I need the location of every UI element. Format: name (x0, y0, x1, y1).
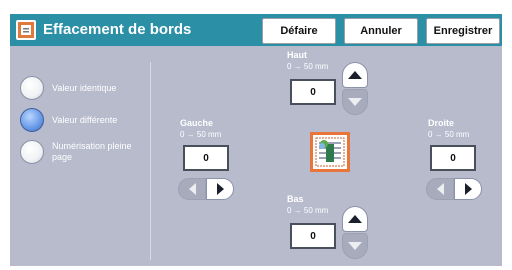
arrow-right-icon (216, 183, 224, 195)
header-bar: Effacement de bords Défaire Annuler Enre… (10, 14, 502, 46)
option-same-value[interactable]: Valeur identique (20, 76, 116, 100)
radio-button-selected[interactable] (20, 108, 44, 132)
option-label: Numérisation pleine page (52, 141, 132, 162)
right-label: Droite (428, 118, 455, 128)
right-stepper[interactable] (426, 178, 482, 200)
bottom-decrease-button[interactable] (342, 233, 368, 259)
arrow-left-icon (436, 183, 444, 195)
left-range: 0 → 50 mm (180, 130, 222, 139)
right-value-field[interactable]: 0 (430, 145, 476, 171)
left-increase-button[interactable] (206, 178, 234, 200)
right-range: 0 → 50 mm (428, 130, 470, 139)
arrow-up-icon (348, 71, 362, 79)
left-decrease-button[interactable] (178, 178, 206, 200)
top-decrease-button[interactable] (342, 89, 368, 115)
arrow-left-icon (188, 183, 196, 195)
page-title: Effacement de bords (43, 21, 192, 38)
option-label: Valeur différente (52, 114, 118, 125)
bottom-increase-button[interactable] (342, 206, 368, 232)
arrow-right-icon (464, 183, 472, 195)
settings-panel: Valeur identique Valeur différente Numér… (10, 46, 502, 266)
left-label: Gauche (180, 118, 214, 128)
top-value-field[interactable]: 0 (290, 79, 336, 105)
bottom-range: 0 → 50 mm (287, 206, 329, 215)
right-decrease-button[interactable] (426, 178, 454, 200)
undo-button[interactable]: Défaire (262, 18, 336, 44)
save-button[interactable]: Enregistrer (426, 18, 500, 44)
left-stepper[interactable] (178, 178, 234, 200)
divider (150, 62, 151, 260)
top-range: 0 → 50 mm (287, 62, 329, 71)
arrow-up-icon (348, 215, 362, 223)
right-increase-button[interactable] (454, 178, 482, 200)
arrow-down-icon (348, 98, 362, 106)
bottom-value-field[interactable]: 0 (290, 223, 336, 249)
option-full-page-scan[interactable]: Numérisation pleine page (20, 140, 140, 164)
left-value-field[interactable]: 0 (183, 145, 229, 171)
option-different-value[interactable]: Valeur différente (20, 108, 117, 132)
edge-erase-icon (16, 20, 36, 40)
bottom-label: Bas (287, 194, 304, 204)
edge-erase-screen: Effacement de bords Défaire Annuler Enre… (0, 0, 512, 270)
radio-button[interactable] (20, 140, 44, 164)
top-label: Haut (287, 50, 307, 60)
radio-button[interactable] (20, 76, 44, 100)
document-preview-icon (310, 132, 350, 172)
arrow-down-icon (348, 242, 362, 250)
top-increase-button[interactable] (342, 62, 368, 88)
cancel-button[interactable]: Annuler (344, 18, 418, 44)
option-label: Valeur identique (52, 82, 117, 93)
